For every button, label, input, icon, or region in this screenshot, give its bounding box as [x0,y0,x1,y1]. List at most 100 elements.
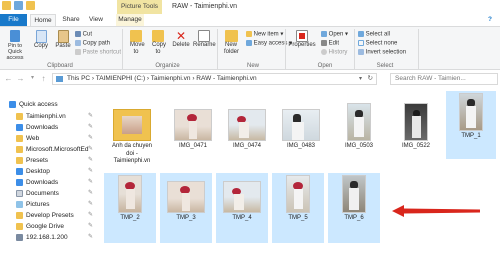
ribbon-tabs: File Home Share View Manage ? [0,14,500,26]
scissors-icon [75,31,81,37]
cut-button[interactable]: Cut [75,31,92,39]
edit-button[interactable]: Edit [321,40,339,48]
google-drive-icon [16,223,23,230]
image-thumbnail [459,93,483,131]
folder-thumbnail [113,109,151,141]
window-title: RAW - Taimienphi.vn [172,3,237,10]
forward-button[interactable]: → [16,74,25,83]
file-item[interactable]: TMP_1 [446,91,496,159]
image-thumbnail [223,181,261,213]
folder-icon [16,146,23,153]
file-item[interactable]: IMG_0474 [224,101,270,171]
sidebar-item[interactable]: Downloads ✎ [0,177,100,188]
sidebar-item[interactable]: Google Drive ✎ [0,221,100,232]
this-pc-icon [56,76,63,82]
rename-icon [198,30,210,42]
file-item[interactable]: IMG_0471 [170,101,216,171]
folder-icon [16,113,23,120]
search-input[interactable]: Search RAW - Taimien... [390,73,498,85]
folder-icon[interactable] [2,1,11,10]
sidebar-item[interactable]: Taimienphi.vn ✎ [0,111,100,122]
address-bar[interactable]: This PC › TAIMIENPHI (C:) › Taimienphi.v… [52,73,377,85]
paste-button[interactable]: Paste [54,30,72,50]
file-item[interactable]: IMG_0483 [278,101,324,171]
file-item[interactable]: TMP_3 [160,173,212,243]
pin-icon: ✎ [88,113,94,119]
tab-file[interactable]: File [0,14,27,26]
new-item-button[interactable]: New item ▾ [246,31,283,39]
rename-button[interactable]: Rename [193,30,216,49]
file-item[interactable]: TMP_4 [216,173,268,243]
tab-share[interactable]: Share [60,14,82,26]
sidebar-item[interactable]: Pictures ✎ [0,199,100,210]
file-item[interactable]: IMG_0503 [336,101,382,171]
select-none-button[interactable]: Select none [358,40,397,48]
up-button[interactable]: ↑ [39,74,48,83]
select-all-icon [358,31,364,37]
address-path: This PC › TAIMIENPHI (C:) › Taimienphi.v… [67,75,257,82]
delete-button[interactable]: ✕ Delete [171,30,191,49]
back-button[interactable]: ← [4,74,13,83]
invert-selection-icon [358,49,364,55]
sidebar-item[interactable]: Documents ✎ [0,188,100,199]
sidebar-item[interactable]: Develop Presets ✎ [0,210,100,221]
image-thumbnail [167,181,205,213]
sidebar-item[interactable]: Desktop ✎ [0,166,100,177]
open-icon [321,31,327,37]
copy-path-button[interactable]: Copy path [75,40,110,48]
pin-icon: ✎ [88,190,94,196]
image-thumbnail [228,109,266,141]
history-button[interactable]: History [321,49,347,57]
pin-icon: ✎ [88,157,94,163]
file-item[interactable]: TMP_6 [328,173,380,243]
open-button[interactable]: Open ▾ [321,31,348,39]
sidebar-item[interactable]: 192.168.1.200 ✎ [0,232,100,243]
copy-to-button[interactable]: Copy to [148,30,168,56]
downloads-icon [16,179,23,186]
new-folder-button[interactable]: New folder [220,30,242,56]
pin-icon: ✎ [88,223,94,229]
documents-icon [16,190,23,197]
file-item[interactable]: TMP_5 [272,173,324,243]
sidebar-item[interactable]: Presets ✎ [0,155,100,166]
sidebar-item[interactable]: Downloads ✎ [0,122,100,133]
folder-icon [16,157,23,164]
folder-icon [16,212,23,219]
open-group-label: Open [317,63,333,69]
refresh-icon[interactable]: ↻ [368,74,373,84]
file-item[interactable]: IMG_0522 [393,101,439,171]
file-item[interactable]: Anh da chuyen doi - Taimienphi.vn [109,101,155,171]
image-thumbnail [174,109,212,141]
new-folder-icon[interactable] [26,1,35,10]
new-group-label: New [246,63,259,69]
invert-selection-button[interactable]: Invert selection [358,49,406,57]
properties-icon[interactable] [14,1,23,10]
navigation-pane: Quick access Taimienphi.vn ✎ Downloads ✎… [0,89,100,264]
pin-quick-access-button[interactable]: Pin to Quick access [2,30,28,61]
recent-locations-button[interactable]: ▾ [28,74,37,83]
copy-button[interactable]: Copy [31,30,51,50]
properties-button[interactable]: Properties [288,30,316,49]
search-placeholder: Search RAW - Taimien... [395,75,466,82]
tab-view[interactable]: View [86,14,106,26]
sidebar-item[interactable]: Microsoft.MicrosoftEd ✎ [0,144,100,155]
easy-access-icon [246,40,252,46]
address-dropdown-icon[interactable]: ▾ [359,74,362,84]
paste-shortcut-button[interactable]: Paste shortcut [75,49,121,57]
move-to-icon [130,30,142,42]
tab-manage[interactable]: Manage [116,14,144,26]
delete-icon: ✕ [175,29,187,43]
divider [354,29,355,69]
sidebar-item-quick-access[interactable]: Quick access [0,99,100,110]
help-icon[interactable]: ? [484,14,496,26]
paste-icon [57,30,69,43]
file-item[interactable]: TMP_2 [104,173,156,243]
select-all-button[interactable]: Select all [358,31,390,39]
network-drive-icon [16,234,23,241]
select-group-label: Select [376,63,394,69]
pictures-icon [16,201,23,208]
sidebar-item[interactable]: Web ✎ [0,133,100,144]
move-to-button[interactable]: Move to [126,30,146,56]
folder-icon [16,135,23,142]
tab-home[interactable]: Home [30,14,56,26]
